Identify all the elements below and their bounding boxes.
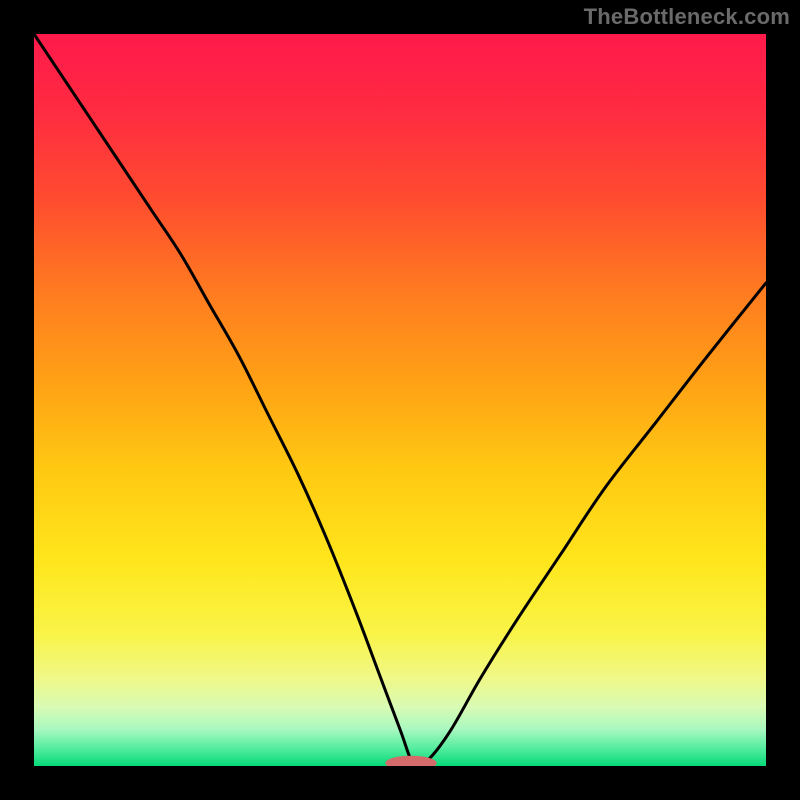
gradient-background (34, 34, 766, 766)
bottleneck-chart (0, 0, 800, 800)
chart-frame: TheBottleneck.com (0, 0, 800, 800)
watermark-text: TheBottleneck.com (584, 4, 790, 30)
